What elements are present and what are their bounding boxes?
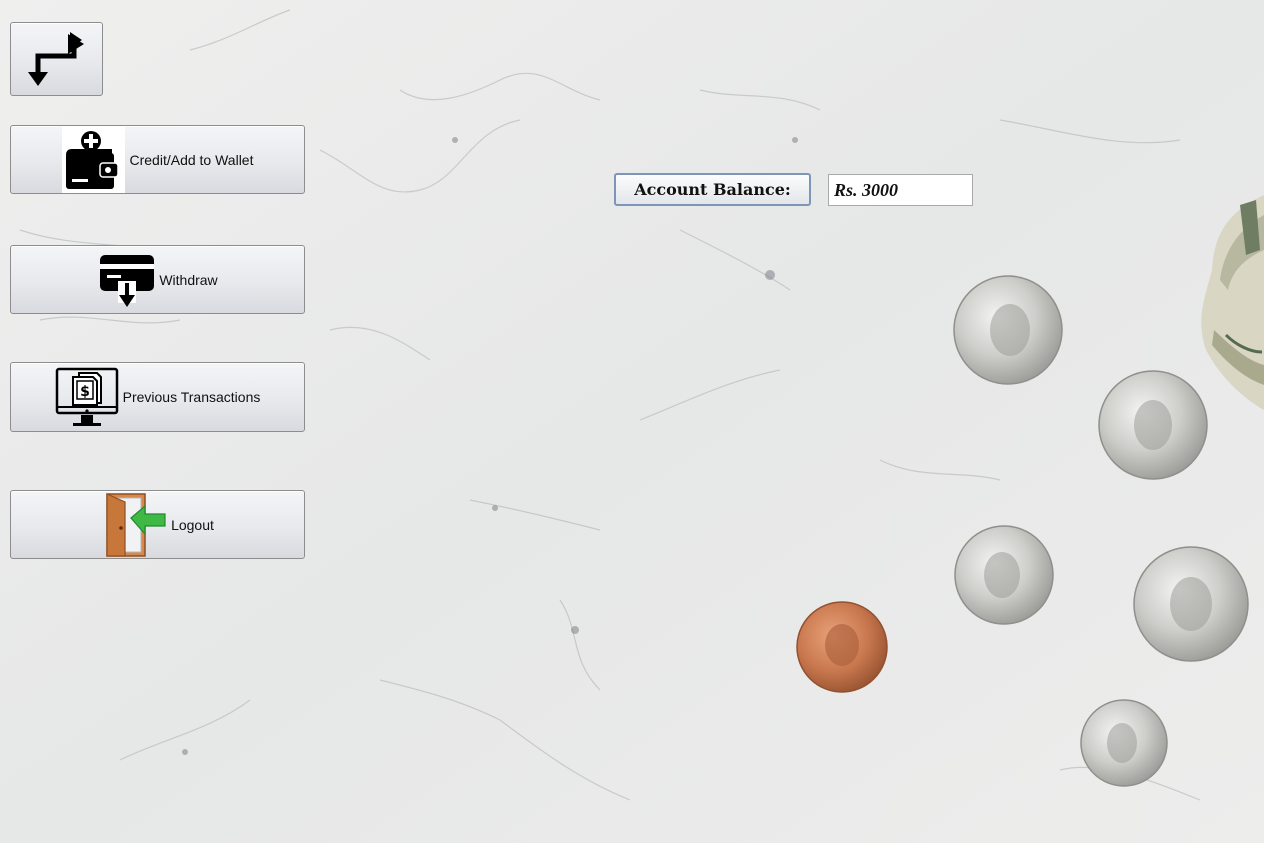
withdraw-button[interactable]: Withdraw — [10, 245, 305, 314]
svg-text:$: $ — [80, 384, 90, 400]
logout-label: Logout — [171, 516, 214, 533]
credit-wallet-button[interactable]: Credit/Add to Wallet — [10, 125, 305, 194]
account-balance-value: Rs. 3000 — [828, 174, 973, 206]
credit-wallet-label: Credit/Add to Wallet — [129, 151, 254, 168]
withdraw-label: Withdraw — [159, 271, 218, 288]
previous-transactions-button[interactable]: $ Previous Transactions — [10, 362, 305, 432]
logout-button[interactable]: Logout — [10, 490, 305, 559]
swap-arrows-icon — [24, 26, 90, 92]
card-withdraw-icon — [97, 250, 157, 310]
account-balance-label: Account Balance: — [614, 173, 811, 206]
swap-button[interactable] — [10, 22, 103, 96]
door-exit-icon — [101, 492, 167, 558]
wallet-add-icon — [61, 126, 125, 193]
previous-transactions-label: Previous Transactions — [122, 389, 261, 405]
monitor-receipt-icon: $ — [55, 364, 119, 430]
